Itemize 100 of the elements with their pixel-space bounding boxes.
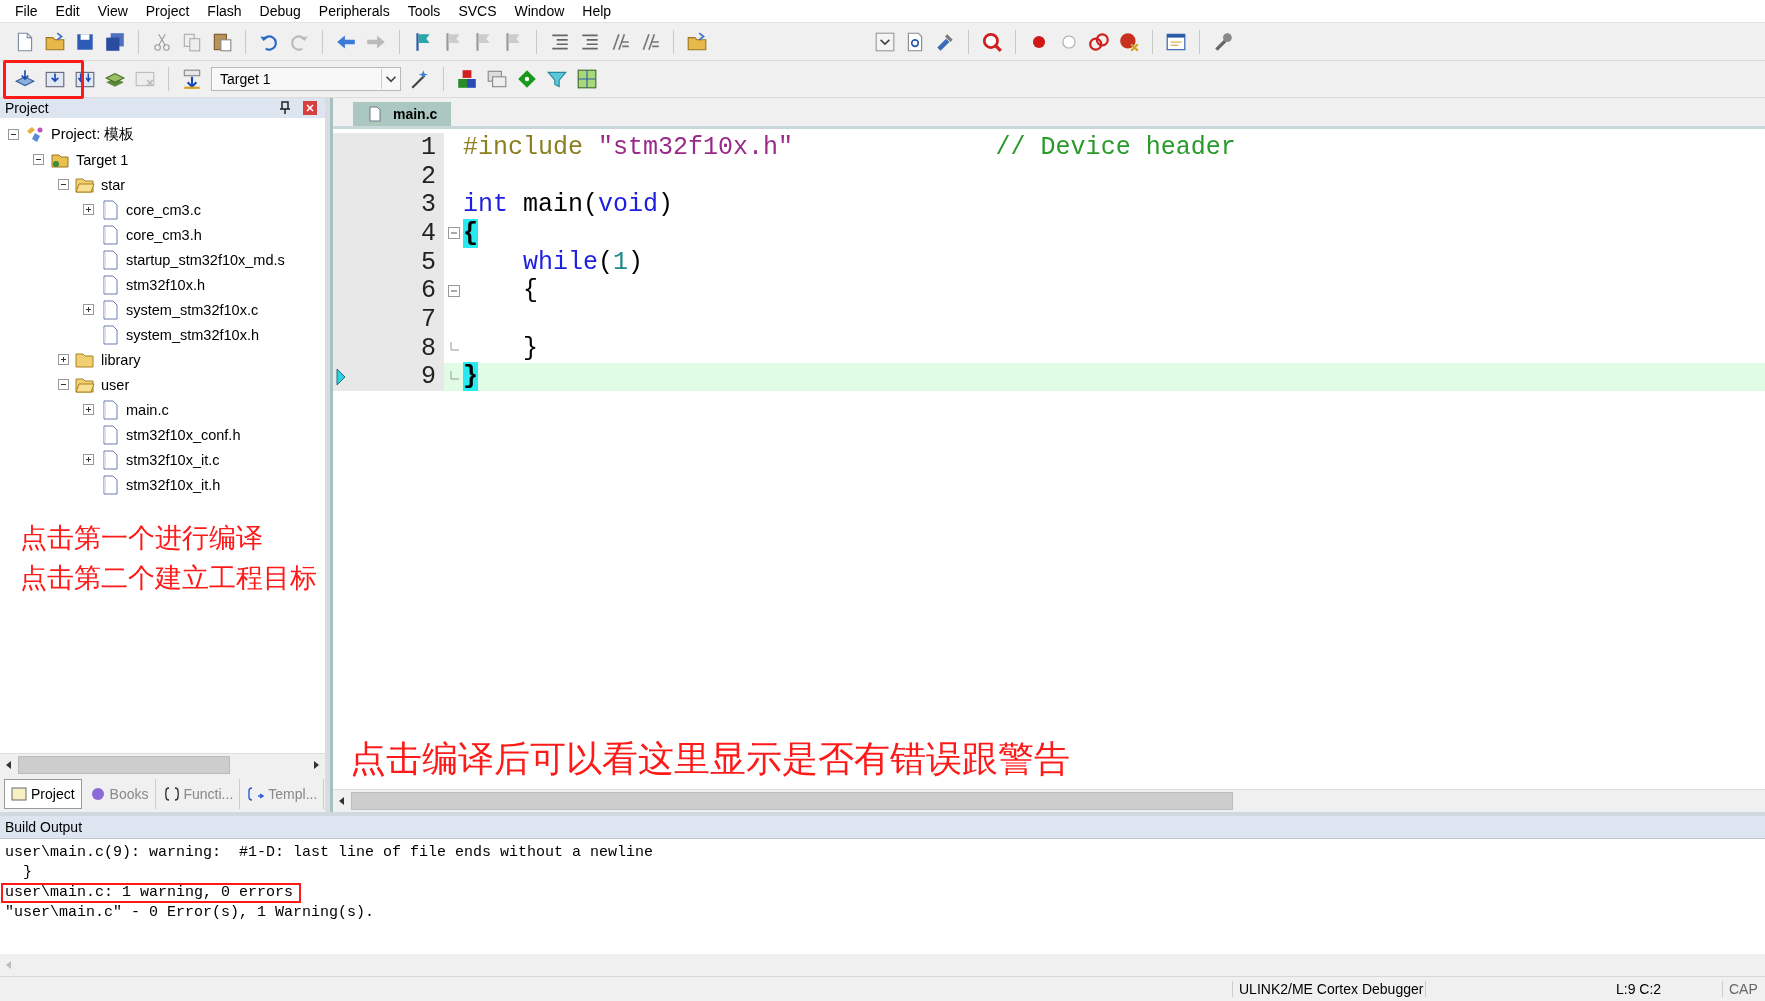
tree-item[interactable]: system_stm32f10x.c (126, 301, 259, 318)
code-line: #include "stm32f10x.h" // Device header (463, 132, 1236, 162)
current-line-marker-icon (336, 367, 346, 386)
cursor-position: L:9 C:2 (1425, 981, 1722, 997)
project-icon (25, 124, 45, 145)
tree-item[interactable]: user (101, 376, 130, 393)
menu-item[interactable]: Debug (250, 3, 310, 19)
folder-icon[interactable] (686, 30, 708, 53)
expand-icon[interactable] (58, 354, 69, 365)
line-number: 7 (421, 304, 436, 334)
annotation-text: 点击第一个进行编译 (20, 521, 263, 555)
code-line: while(1) (522, 247, 644, 277)
menu-item[interactable]: View (88, 3, 137, 19)
fold-icon[interactable] (447, 227, 460, 240)
download-icon[interactable] (181, 68, 203, 90)
code-line: } (522, 333, 538, 363)
line-number: 5 (421, 247, 436, 277)
tree-item[interactable]: system_stm32f10x.h (126, 326, 259, 343)
tree-item[interactable]: star (101, 176, 126, 193)
expand-icon[interactable] (83, 204, 94, 215)
boxes-icon[interactable] (456, 68, 478, 90)
line-number: 2 (421, 161, 436, 191)
tree-item[interactable]: library (101, 351, 141, 368)
panel-tab[interactable]: Project (4, 779, 82, 809)
code-line: { (522, 276, 538, 306)
menu-item[interactable]: Help (573, 3, 621, 19)
open-folder-icon[interactable] (44, 30, 66, 53)
collapse-icon[interactable] (33, 154, 44, 165)
file-icon (100, 224, 120, 245)
template-icon (248, 786, 265, 802)
menu-item[interactable]: Peripherals (309, 3, 399, 19)
output-line: "user\main.c" - 0 Error(s), 1 Warning(s). (5, 905, 375, 921)
menu-item[interactable]: SVCS (449, 3, 506, 19)
tree-item[interactable]: main.c (126, 401, 169, 418)
expand-icon[interactable] (83, 454, 94, 465)
output-line: } (22, 865, 32, 881)
file-icon (100, 424, 120, 445)
menu-item[interactable]: Tools (398, 3, 450, 19)
collapse-icon[interactable] (58, 179, 69, 190)
file-icon (100, 249, 120, 270)
project-tab-icon (11, 786, 27, 802)
tree-item[interactable]: Project: 模板 (51, 125, 135, 144)
braces-icon (163, 786, 180, 802)
tree-item[interactable]: stm32f10x.h (126, 276, 205, 293)
magnifier-icon[interactable] (981, 30, 1003, 53)
panel-title: Build Output (5, 819, 83, 835)
horizontal-scrollbar[interactable] (0, 753, 325, 776)
settings-icon[interactable] (1212, 30, 1234, 53)
collapse-icon[interactable] (8, 129, 19, 140)
line-number: 1 (421, 132, 436, 162)
line-number: 4 (421, 218, 436, 248)
pin-icon[interactable] (279, 101, 291, 115)
tree-item[interactable]: stm32f10x_it.c (126, 451, 220, 468)
annotation-text: 点击第二个建立工程目标 (20, 561, 317, 595)
tree-item[interactable]: stm32f10x_conf.h (126, 426, 241, 443)
output-line: user\main.c(9): warning: #1-D: last line of file ends without a newline (5, 845, 654, 861)
expand-icon[interactable] (83, 304, 94, 315)
close-icon[interactable] (303, 101, 317, 115)
line-number: 9 (421, 362, 436, 392)
tree-item[interactable]: startup_stm32f10x_md.s (126, 251, 285, 268)
line-number: 8 (421, 333, 436, 363)
caps-indicator: CAP (1722, 981, 1765, 997)
tree-item[interactable]: core_cm3.c (126, 201, 201, 218)
collapse-icon[interactable] (58, 379, 69, 390)
file-icon (100, 399, 120, 420)
file-icon (100, 324, 120, 345)
menu-item[interactable]: Edit (46, 3, 89, 19)
chain-icon[interactable] (1088, 30, 1110, 53)
file-icon (100, 474, 120, 495)
save-all-icon[interactable] (104, 30, 126, 53)
menu-item[interactable]: Project (136, 3, 199, 19)
book-icon (89, 786, 106, 802)
file-icon (100, 274, 120, 295)
file-icon (367, 106, 383, 122)
tree-item[interactable]: core_cm3.h (126, 226, 202, 243)
file-icon (100, 299, 120, 320)
line-number: 3 (421, 190, 436, 220)
file-icon (100, 449, 120, 470)
expand-icon[interactable] (83, 404, 94, 415)
file-icon (100, 199, 120, 220)
horizontal-scrollbar[interactable] (333, 789, 1765, 812)
menu-item[interactable]: Window (505, 3, 574, 19)
clear-breakpoints-icon[interactable] (1118, 30, 1140, 53)
target-dropdown[interactable]: Target 1 (211, 67, 401, 91)
horizontal-scrollbar[interactable] (0, 954, 1765, 976)
debugger-label: ULINK2/ME Cortex Debugger (1232, 981, 1425, 997)
diamond-icon[interactable] (516, 68, 538, 90)
annotation-text: 点击编译后可以看这里显示是否有错误跟警告 (350, 737, 1070, 781)
output-line: user\main.c: 1 warning, 0 errors (5, 885, 294, 901)
tree-item[interactable]: Target 1 (76, 151, 129, 168)
menu-item[interactable]: File (6, 3, 47, 19)
windows-icon[interactable] (486, 68, 508, 90)
grid-icon[interactable] (576, 68, 598, 90)
tree-item[interactable]: stm32f10x_it.h (126, 476, 221, 493)
line-number: 6 (421, 276, 436, 306)
file-tab[interactable]: main.c (353, 102, 452, 126)
dropdown-icon[interactable] (874, 30, 896, 53)
menu-item[interactable]: Flash (198, 3, 251, 19)
fold-icon[interactable] (447, 284, 460, 297)
panel-title: Project (5, 100, 49, 116)
